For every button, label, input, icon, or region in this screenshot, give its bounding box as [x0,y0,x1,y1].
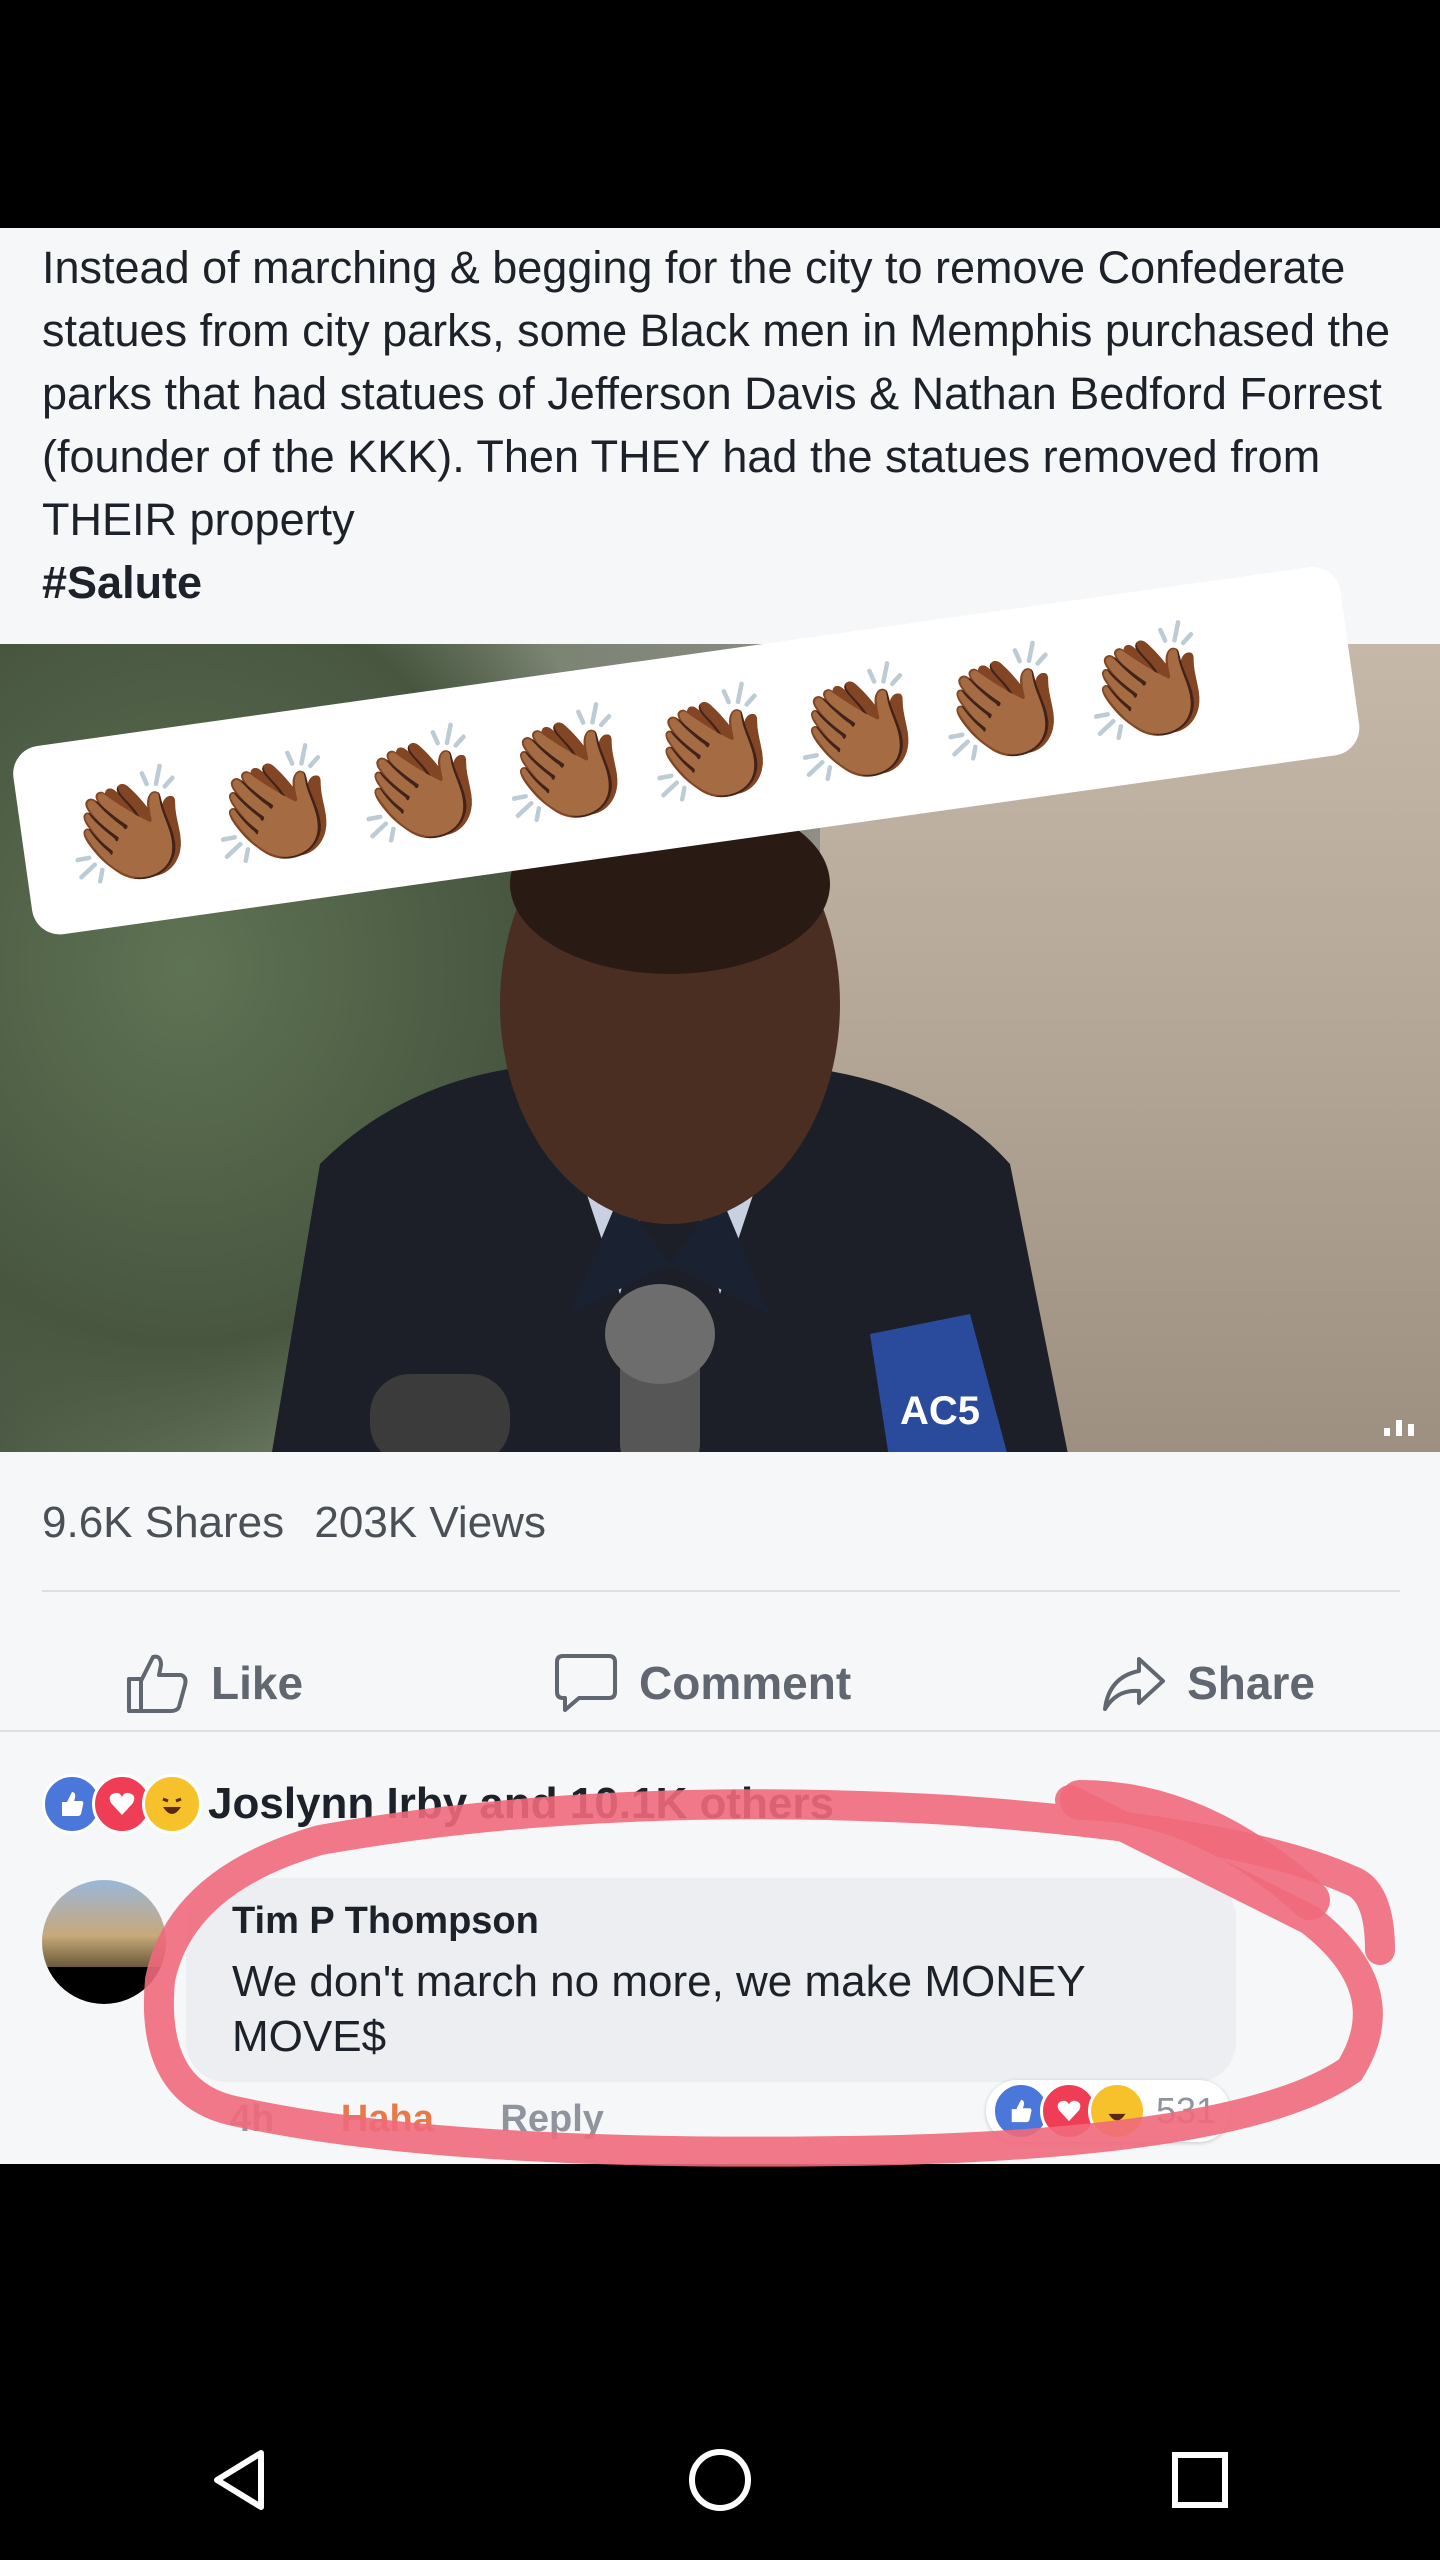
share-arrow-icon [1103,1657,1166,1711]
comment-meta: 4h Haha Reply [230,2098,660,2141]
comment-text: We don't march no more, we make MONEY MO… [232,1957,1085,2061]
back-nav-icon [214,2450,264,2510]
reactions-summary[interactable]: Joslynn Irby and 10.1K others [42,1774,834,1834]
divider [42,1590,1400,1592]
divider [0,1730,1440,1732]
comment-label: Comment [639,1657,852,1709]
reaction-icons [42,1774,202,1834]
share-button[interactable]: Share [1101,1653,1315,1713]
comment-reactions[interactable]: 531 [986,2080,1231,2142]
post-text: Instead of marching & begging for the ci… [42,236,1412,614]
home-nav-button[interactable] [660,2420,780,2540]
like-label: Like [210,1657,304,1709]
comment-author[interactable]: Tim P Thompson [232,1900,539,1943]
like-button[interactable]: Like [125,1651,303,1715]
comment-button[interactable]: Comment [553,1652,851,1714]
reactions-summary-text: Joslynn Irby and 10.1K others [208,1779,834,1828]
shares-count[interactable]: 9.6K Shares [42,1498,284,1547]
volume-icon[interactable] [1382,1412,1426,1438]
post-body: Instead of marching & begging for the ci… [42,242,1391,545]
post-stats: 9.6K Shares 203K Views [42,1498,564,1548]
haha-reaction-icon [1088,2082,1146,2140]
comment-time: 4h [230,2098,275,2140]
views-count: 203K Views [314,1498,546,1547]
comment-reaction-count: 531 [1156,2090,1217,2131]
comment-icon [555,1654,618,1712]
comment-bubble: Tim P Thompson We don't march no more, w… [186,1878,1236,2082]
haha-reaction-icon [142,1774,202,1834]
facebook-post: Instead of marching & begging for the ci… [0,228,1440,2164]
android-nav-bar [0,2400,1440,2560]
thumbs-up-icon [126,1654,188,1713]
recents-nav-icon [1172,2452,1228,2508]
share-label: Share [1187,1657,1315,1709]
recents-nav-button[interactable] [1140,2420,1260,2540]
reply-button[interactable]: Reply [500,2098,603,2140]
post-actions: Like Comment Share [0,1628,1440,1738]
back-nav-button[interactable] [180,2420,300,2540]
home-nav-icon [689,2449,751,2511]
haha-button[interactable]: Haha [341,2098,434,2140]
mic-logo: AC5 [900,1389,980,1433]
avatar[interactable] [42,1880,166,2004]
